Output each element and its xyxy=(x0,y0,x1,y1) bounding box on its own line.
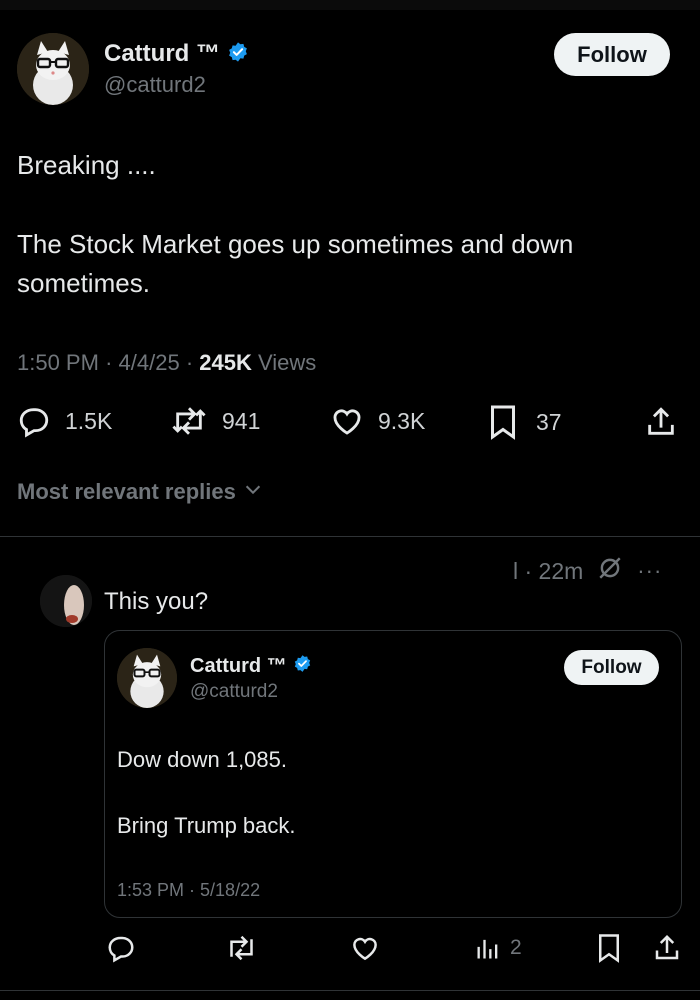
post-text-line1: Breaking .... xyxy=(17,150,156,180)
quoted-author-avatar[interactable] xyxy=(117,648,177,708)
share-button[interactable] xyxy=(644,404,678,445)
verified-badge-icon xyxy=(293,654,312,678)
repost-icon xyxy=(225,935,258,967)
author-name[interactable]: Catturd ™ xyxy=(104,40,220,68)
bookmark-icon xyxy=(596,934,622,967)
separator: · xyxy=(105,350,113,375)
section-divider xyxy=(0,536,700,537)
replies-sort-label: Most relevant replies xyxy=(17,478,236,504)
author-handle[interactable]: @catturd2 xyxy=(104,72,206,98)
share-icon xyxy=(652,934,682,967)
reply-text: This you? xyxy=(104,588,209,615)
post-time[interactable]: 1:50 PM xyxy=(17,350,99,375)
reply-repost-button[interactable] xyxy=(225,933,258,968)
repost-icon xyxy=(170,404,208,438)
chevron-down-icon xyxy=(242,478,264,505)
reply-icon xyxy=(17,404,51,438)
share-icon xyxy=(644,407,678,444)
bookmark-icon xyxy=(488,404,518,440)
reply-like-button[interactable] xyxy=(350,933,380,968)
like-count: 9.3K xyxy=(378,407,426,434)
quoted-author-handle[interactable]: @catturd2 xyxy=(190,681,278,703)
grok-icon[interactable] xyxy=(597,555,623,587)
reply-icon xyxy=(106,936,136,967)
reply-count: 1.5K xyxy=(65,407,113,434)
reply-action[interactable]: 1.5K xyxy=(17,404,112,438)
bookmark-count: 37 xyxy=(536,408,562,435)
follow-button[interactable]: Follow xyxy=(554,33,670,76)
post-meta: 1:50 PM · 4/4/25 · 245K Views xyxy=(17,350,316,376)
repost-action[interactable]: 941 xyxy=(170,404,260,438)
author-avatar[interactable] xyxy=(17,33,89,105)
quoted-text-line1: Dow down 1,085. xyxy=(117,747,287,772)
quoted-text-line2: Bring Trump back. xyxy=(117,813,296,838)
reply-bookmark-button[interactable] xyxy=(596,933,622,968)
repost-count: 941 xyxy=(222,407,261,434)
reply-avatar[interactable] xyxy=(40,575,92,627)
views-count: 245K xyxy=(199,350,252,375)
post-date[interactable]: 4/4/25 xyxy=(119,350,180,375)
post-text-line3: sometimes. xyxy=(17,268,150,298)
replies-sort-dropdown[interactable]: Most relevant replies xyxy=(17,478,264,505)
more-options-icon[interactable]: ··· xyxy=(637,558,662,584)
verified-badge-icon xyxy=(227,41,249,68)
heart-icon xyxy=(350,937,380,967)
views-label: Views xyxy=(257,350,317,375)
top-bar xyxy=(0,0,700,10)
reply-meta: l · 22m ··· xyxy=(513,555,662,587)
post-text-line2: The Stock Market goes up sometimes and d… xyxy=(17,229,574,259)
separator: · xyxy=(185,350,194,375)
reply-share-button[interactable] xyxy=(652,933,682,968)
quoted-follow-button[interactable]: Follow xyxy=(564,650,659,685)
reply-views-count: 2 xyxy=(510,936,522,959)
reply-views-button[interactable]: 2 xyxy=(474,933,522,963)
bottom-divider xyxy=(0,990,700,991)
like-action[interactable]: 9.3K xyxy=(330,404,425,438)
bookmark-action[interactable]: 37 xyxy=(488,404,562,440)
quoted-post-time: 1:53 PM · 5/18/22 xyxy=(117,880,261,900)
quoted-author-name[interactable]: Catturd ™ xyxy=(190,655,287,678)
views-chart-icon xyxy=(474,933,502,963)
reply-time[interactable]: l · 22m xyxy=(513,558,583,585)
reply-reply-button[interactable] xyxy=(106,933,136,968)
heart-icon xyxy=(330,404,364,438)
